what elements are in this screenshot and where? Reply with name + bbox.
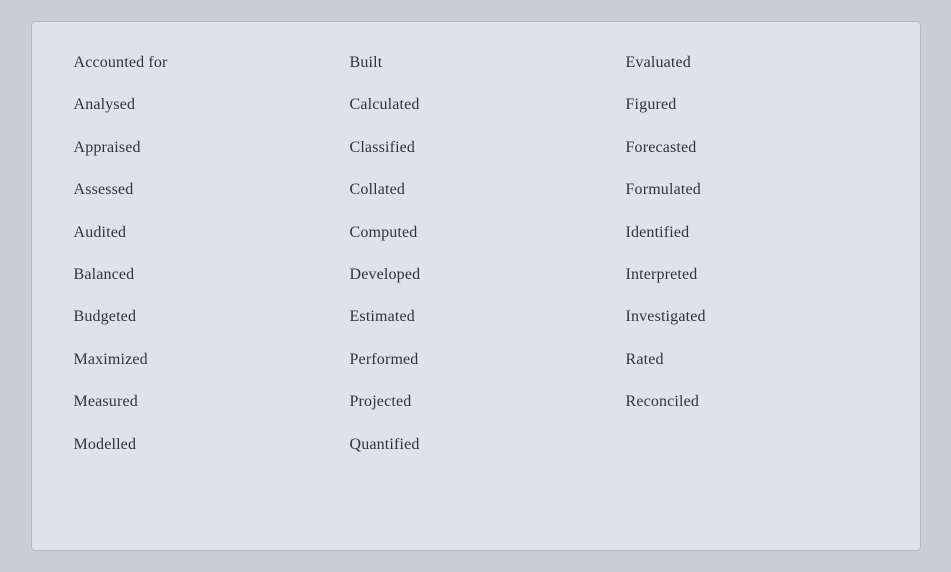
word-item: Calculated: [338, 84, 614, 126]
word-item: Interpreted: [614, 254, 890, 296]
word-item: Appraised: [62, 127, 338, 169]
word-item: Evaluated: [614, 42, 890, 84]
word-item: Formulated: [614, 169, 890, 211]
word-item: Reconciled: [614, 381, 890, 423]
word-item: Budgeted: [62, 296, 338, 338]
word-list-card: Accounted forAnalysedAppraisedAssessedAu…: [31, 21, 921, 551]
word-item: Projected: [338, 381, 614, 423]
word-item: Analysed: [62, 84, 338, 126]
word-item: Rated: [614, 339, 890, 381]
word-item: Identified: [614, 212, 890, 254]
column-3: EvaluatedFiguredForecastedFormulatedIden…: [614, 42, 890, 530]
word-item: Balanced: [62, 254, 338, 296]
columns-wrapper: Accounted forAnalysedAppraisedAssessedAu…: [62, 42, 890, 530]
word-item: Figured: [614, 84, 890, 126]
word-item: Performed: [338, 339, 614, 381]
column-2: BuiltCalculatedClassifiedCollatedCompute…: [338, 42, 614, 530]
word-item: Computed: [338, 212, 614, 254]
column-1: Accounted forAnalysedAppraisedAssessedAu…: [62, 42, 338, 530]
word-item: Maximized: [62, 339, 338, 381]
word-item: Estimated: [338, 296, 614, 338]
word-item: Collated: [338, 169, 614, 211]
word-item: Investigated: [614, 296, 890, 338]
word-item: Assessed: [62, 169, 338, 211]
word-item: [614, 424, 890, 444]
word-item: Classified: [338, 127, 614, 169]
word-item: Measured: [62, 381, 338, 423]
word-item: Forecasted: [614, 127, 890, 169]
word-item: Quantified: [338, 424, 614, 466]
word-item: Modelled: [62, 424, 338, 466]
word-item: Accounted for: [62, 42, 338, 84]
word-item: Built: [338, 42, 614, 84]
word-item: Developed: [338, 254, 614, 296]
word-item: Audited: [62, 212, 338, 254]
